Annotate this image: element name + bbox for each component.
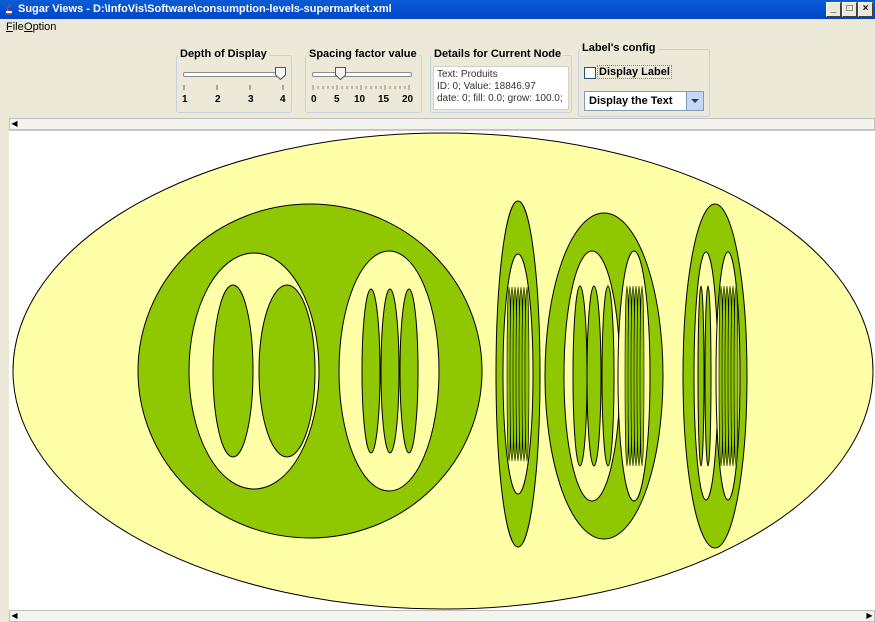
node-level-3 [704,285,712,467]
node-level-3 [258,284,316,458]
depth-slider-track[interactable] [183,72,285,77]
menu-option-label: ption [32,21,57,33]
scroll-left-arrow-icon[interactable]: ◀ [10,611,19,621]
details-line: Text: Produits [437,69,498,80]
details-title: Details for Current Node [432,48,564,60]
spacing-slider-track[interactable] [312,72,412,77]
label-config-group: Label's config Display Label Display the… [578,42,710,117]
menu-option-mnemonic: O [24,21,33,33]
node-level-3 [572,285,588,467]
depth-title: Depth of Display [178,48,269,60]
details-group: Details for Current Node Text: Produits … [430,48,572,113]
details-line: date: 0; fill: 0.0; grow: 100.0; [437,93,563,104]
node-level-3 [733,285,739,467]
display-label-text[interactable]: Display Label [597,65,672,79]
node-level-3 [212,284,254,458]
sugar-view-canvas[interactable] [9,130,875,611]
combo-dropdown-button[interactable] [686,92,703,110]
depth-slider-thumb[interactable] [275,67,286,80]
maximize-button[interactable]: □ [842,2,857,17]
node-level-3 [601,285,615,467]
control-panel: Depth of Display 1 2 3 4 Spacing factor … [0,36,875,118]
title-bar[interactable]: Sugar Views - D:\InfoVis\Software\consum… [0,0,875,19]
display-mode-combo[interactable]: Display the Text [584,91,704,111]
menu-option[interactable]: Option [24,21,56,33]
spacing-tick-label: 5 [334,94,340,105]
depth-tick-label: 1 [182,94,188,105]
node-level-3 [361,288,381,454]
spacing-slider-thumb[interactable] [335,67,346,80]
node-level-3 [586,285,602,467]
depth-tick-label: 3 [248,94,254,105]
spacing-ticks [312,85,410,90]
spacing-tick-label: 0 [311,94,317,105]
display-mode-value: Display the Text [589,95,673,107]
menu-file-label: ile [12,21,24,33]
details-line: ID: 0; Value: 18846.97 [437,81,536,92]
bottom-horizontal-scrollbar[interactable]: ◀ ▶ [9,610,875,622]
left-gutter [0,118,9,622]
node-level-3 [399,288,419,454]
minimize-button[interactable]: _ [826,2,841,17]
java-icon [5,3,13,15]
node-level-3 [380,288,400,454]
label-config-title: Label's config [580,42,658,54]
menu-bar: File Option [0,19,875,36]
spacing-title: Spacing factor value [307,48,419,60]
depth-tick-label: 2 [215,94,221,105]
depth-tick-label: 4 [280,94,286,105]
node-level-3 [697,285,705,467]
display-label-checkbox[interactable] [584,67,596,79]
scroll-left-arrow-icon[interactable]: ◀ [10,119,19,129]
spacing-group: Spacing factor value 0 5 10 15 20 [305,48,422,113]
spacing-tick-label: 10 [354,94,366,105]
nested-ellipses-view[interactable] [9,131,875,611]
close-button[interactable]: × [858,2,873,17]
menu-file-mnemonic: F [6,21,13,33]
chevron-down-icon [691,99,699,103]
window-title: Sugar Views - D:\InfoVis\Software\consum… [18,3,392,15]
details-text-area[interactable]: Text: Produits ID: 0; Value: 18846.97 da… [433,66,569,110]
scroll-right-arrow-icon[interactable]: ▶ [865,611,874,621]
depth-group: Depth of Display 1 2 3 4 [176,48,292,113]
spacing-tick-label: 15 [378,94,390,105]
menu-file[interactable]: File [6,21,24,33]
top-horizontal-scrollbar[interactable]: ◀ [9,118,875,130]
depth-ticks [183,85,284,90]
node-level-3 [524,286,530,462]
spacing-tick-label: 20 [402,94,414,105]
node-level-3 [639,285,645,467]
